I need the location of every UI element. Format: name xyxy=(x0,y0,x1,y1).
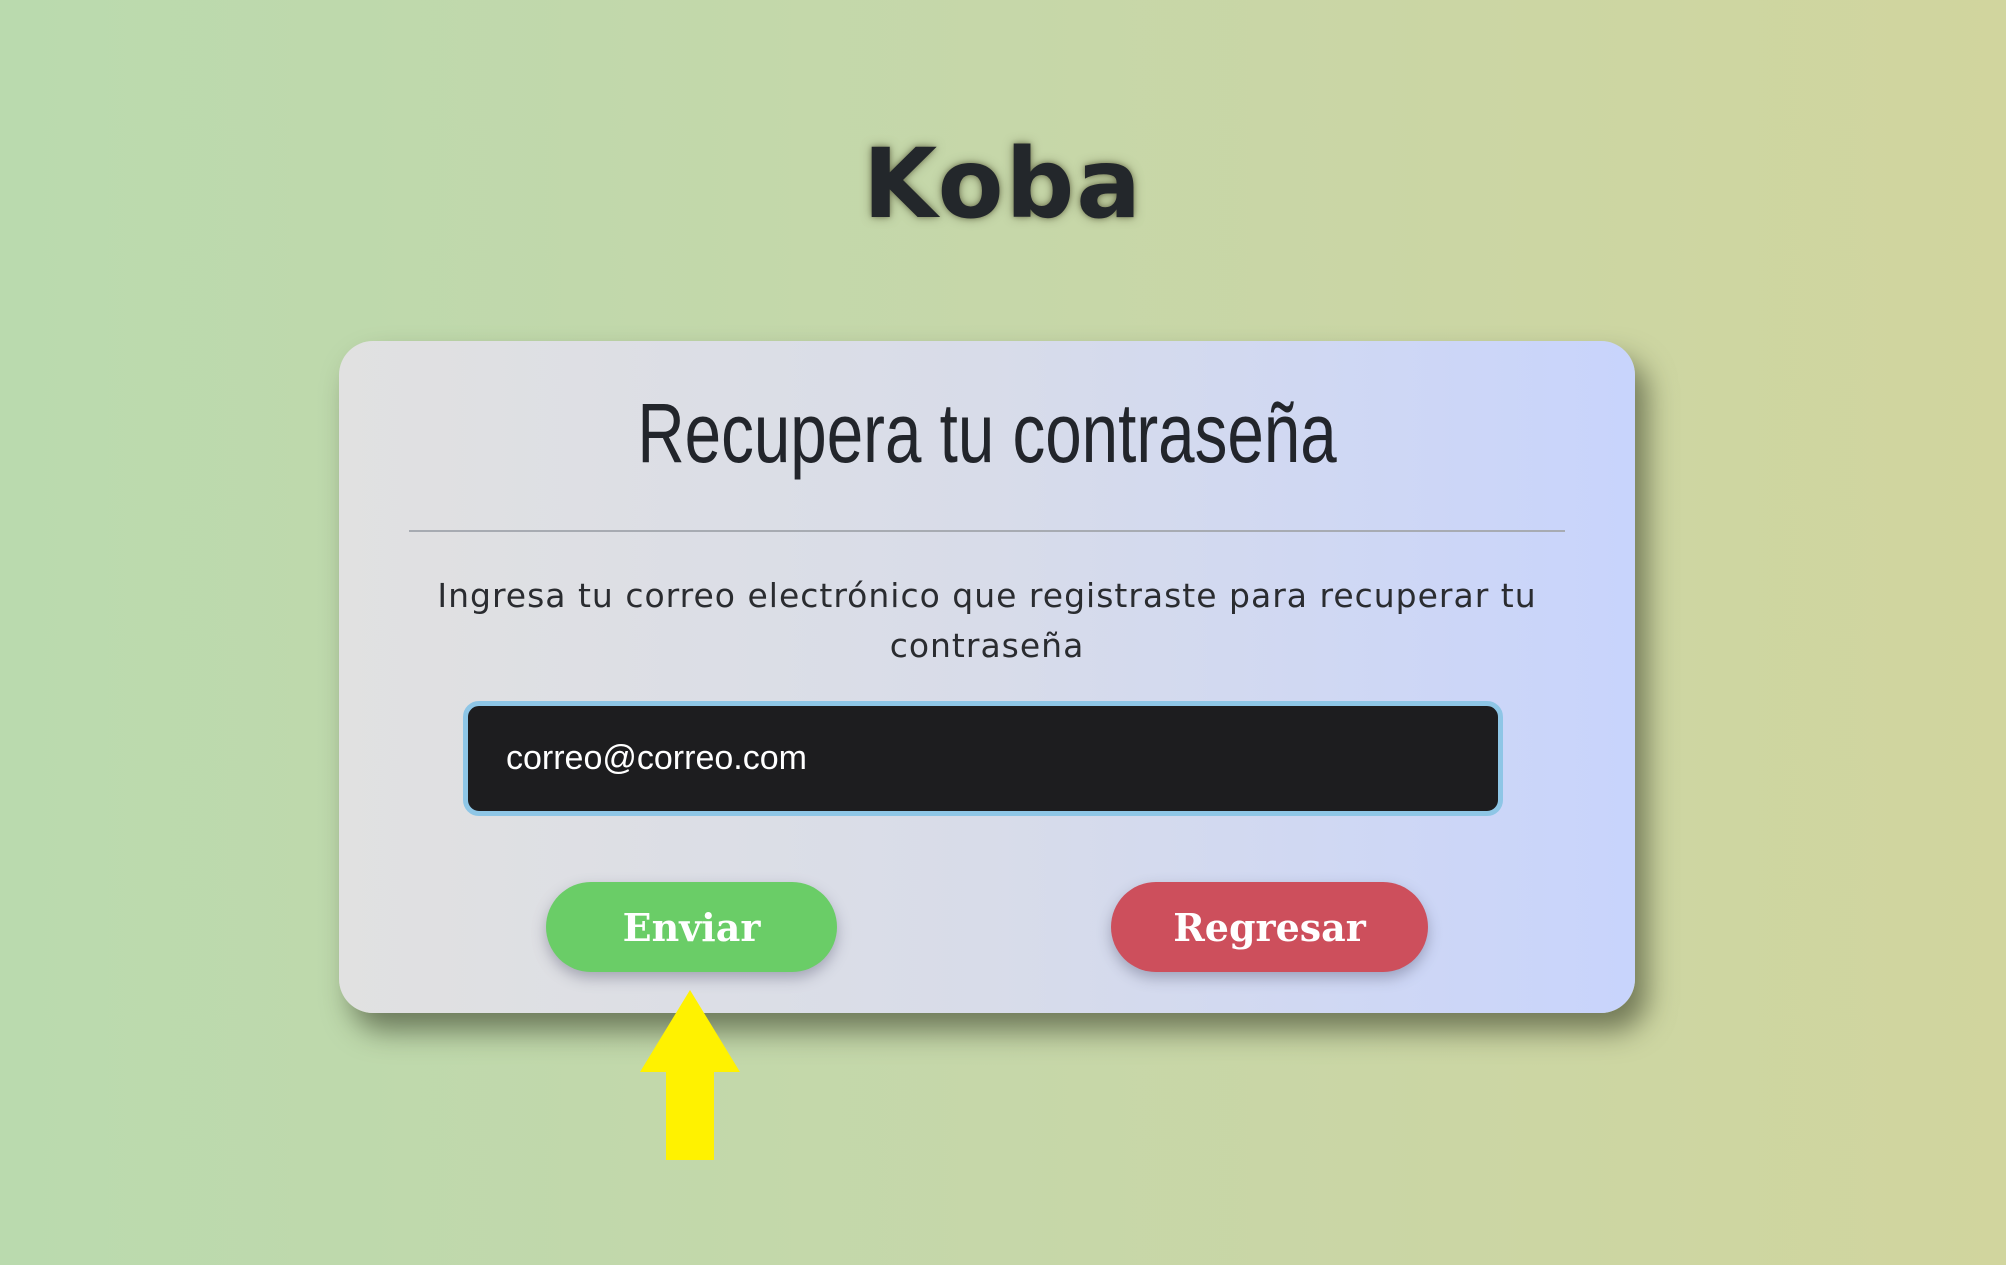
page-title: Recupera tu contraseña xyxy=(637,386,1337,480)
up-arrow-icon xyxy=(640,990,740,1160)
back-button[interactable]: Regresar xyxy=(1111,882,1428,972)
brand-logo: Koba xyxy=(862,128,1144,240)
email-field[interactable] xyxy=(463,701,1503,816)
instructions-text: Ingresa tu correo electrónico que regist… xyxy=(437,576,1537,665)
password-recovery-card: Recupera tu contraseña Ingresa tu correo… xyxy=(339,341,1635,1013)
send-button[interactable]: Enviar xyxy=(546,882,837,972)
divider xyxy=(409,530,1565,532)
